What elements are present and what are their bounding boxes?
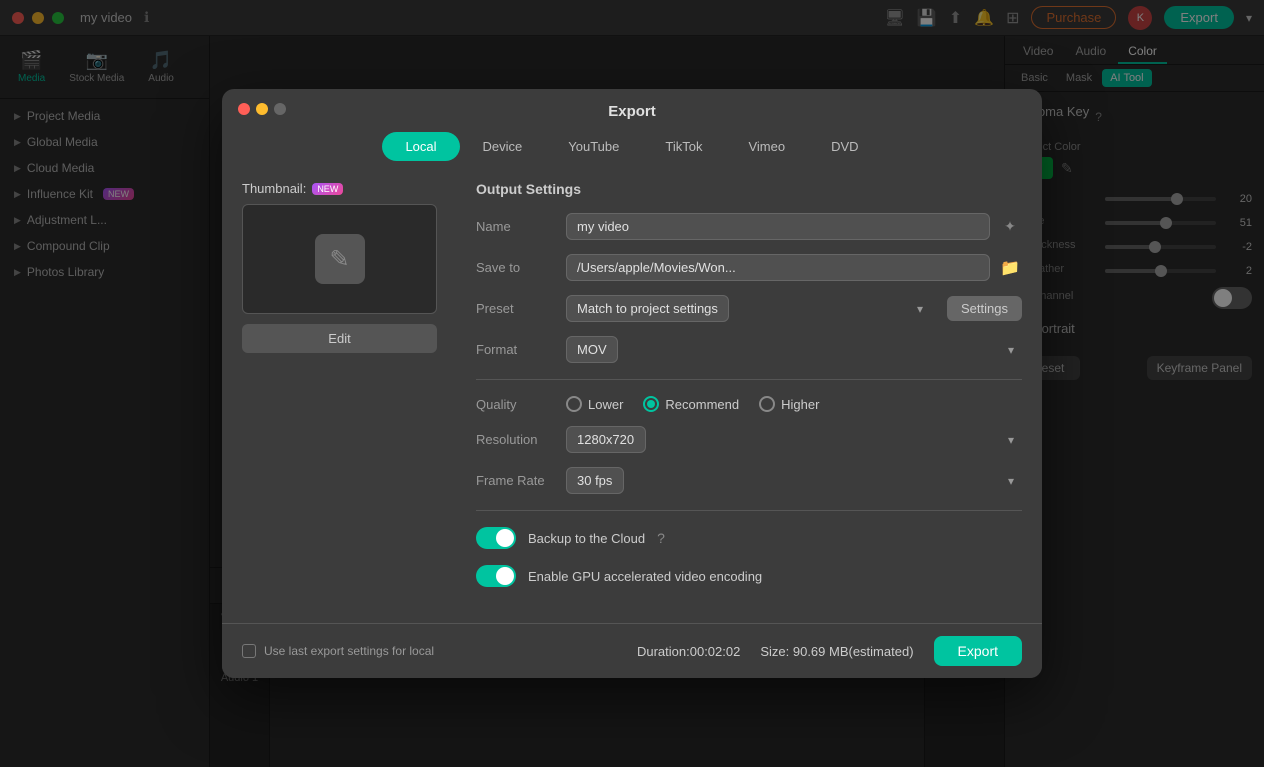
preset-row: Preset Match to project settings Setting… xyxy=(476,295,1022,322)
modal-body: Thumbnail: NEW ✎ Edit Output Settings Na… xyxy=(222,161,1042,623)
modal-tab-dvd[interactable]: DVD xyxy=(808,132,881,161)
quality-label: Quality xyxy=(476,397,566,412)
quality-row: Quality Lower Recommend xyxy=(476,396,1022,412)
save-to-label: Save to xyxy=(476,260,566,275)
settings-button[interactable]: Settings xyxy=(947,296,1022,321)
modal-title-bar: Export xyxy=(222,89,1042,120)
thumbnail-badge: NEW xyxy=(312,183,343,195)
modal-title: Export xyxy=(608,103,656,120)
duration-stat: Duration:00:02:02 xyxy=(637,644,740,659)
modal-tl-yellow[interactable] xyxy=(256,103,268,115)
quality-lower-label: Lower xyxy=(588,397,623,412)
frame-rate-row: Frame Rate 30 fps xyxy=(476,467,1022,494)
settings-divider xyxy=(476,379,1022,380)
footer-checkbox-row: Use last export settings for local xyxy=(242,644,434,658)
thumbnail-icon: ✎ xyxy=(315,234,365,284)
quality-radio-group: Lower Recommend Higher xyxy=(566,396,819,412)
toggles-divider xyxy=(476,510,1022,511)
name-label: Name xyxy=(476,219,566,234)
preset-select[interactable]: Match to project settings xyxy=(566,295,729,322)
frame-rate-select[interactable]: 30 fps xyxy=(566,467,624,494)
radio-higher[interactable] xyxy=(759,396,775,412)
preset-label: Preset xyxy=(476,301,566,316)
save-to-input-group: 📁 xyxy=(566,254,1022,281)
export-final-button[interactable]: Export xyxy=(934,636,1022,666)
save-to-input[interactable] xyxy=(566,254,990,281)
quality-higher[interactable]: Higher xyxy=(759,396,819,412)
thumbnail-text: Thumbnail: xyxy=(242,181,306,196)
backup-toggle[interactable] xyxy=(476,527,516,549)
save-to-row: Save to 📁 xyxy=(476,254,1022,281)
export-modal: Export Local Device YouTube TikTok Vimeo… xyxy=(222,89,1042,678)
thumbnail-label: Thumbnail: NEW xyxy=(242,181,452,196)
modal-tab-youtube[interactable]: YouTube xyxy=(545,132,642,161)
gpu-toggle[interactable] xyxy=(476,565,516,587)
name-input-group: ✦ xyxy=(566,213,1022,240)
resolution-row: Resolution 1280x720 xyxy=(476,426,1022,453)
modal-overlay: Export Local Device YouTube TikTok Vimeo… xyxy=(0,0,1264,767)
preset-select-wrapper: Match to project settings xyxy=(566,295,931,322)
backup-help-icon[interactable]: ? xyxy=(657,530,665,546)
preset-input-group: Match to project settings Settings xyxy=(566,295,1022,322)
backup-label: Backup to the Cloud xyxy=(528,531,645,546)
modal-tab-local[interactable]: Local xyxy=(382,132,459,161)
frame-rate-select-wrapper: 30 fps xyxy=(566,467,1022,494)
format-label: Format xyxy=(476,342,566,357)
modal-tabs: Local Device YouTube TikTok Vimeo DVD xyxy=(222,120,1042,161)
quality-lower[interactable]: Lower xyxy=(566,396,623,412)
modal-tl-red[interactable] xyxy=(238,103,250,115)
modal-tab-vimeo[interactable]: Vimeo xyxy=(725,132,808,161)
modal-traffic-lights xyxy=(238,103,286,115)
format-select-wrapper: MOV xyxy=(566,336,1022,363)
modal-footer: Use last export settings for local Durat… xyxy=(222,623,1042,678)
footer-info: Duration:00:02:02 Size: 90.69 MB(estimat… xyxy=(637,636,1022,666)
format-select[interactable]: MOV xyxy=(566,336,618,363)
modal-tab-tiktok[interactable]: TikTok xyxy=(642,132,725,161)
name-row: Name ✦ xyxy=(476,213,1022,240)
gpu-toggle-knob xyxy=(496,567,514,585)
size-stat: Size: 90.69 MB(estimated) xyxy=(760,644,913,659)
radio-lower[interactable] xyxy=(566,396,582,412)
output-title: Output Settings xyxy=(476,181,1022,197)
thumbnail-preview: ✎ xyxy=(242,204,437,314)
quality-higher-label: Higher xyxy=(781,397,819,412)
quality-recommend-label: Recommend xyxy=(665,397,739,412)
modal-tab-device[interactable]: Device xyxy=(460,132,546,161)
use-last-settings-label: Use last export settings for local xyxy=(264,644,434,658)
backup-toggle-knob xyxy=(496,529,514,547)
backup-row: Backup to the Cloud ? xyxy=(476,527,1022,549)
thumbnail-section: Thumbnail: NEW ✎ Edit xyxy=(242,181,452,603)
gpu-row: Enable GPU accelerated video encoding xyxy=(476,565,1022,587)
edit-thumbnail-button[interactable]: Edit xyxy=(242,324,437,353)
resolution-select[interactable]: 1280x720 xyxy=(566,426,646,453)
format-row: Format MOV xyxy=(476,336,1022,363)
name-input[interactable] xyxy=(566,213,990,240)
resolution-select-wrapper: 1280x720 xyxy=(566,426,1022,453)
ai-magic-icon[interactable]: ✦ xyxy=(998,215,1022,239)
modal-tl-green[interactable] xyxy=(274,103,286,115)
folder-icon[interactable]: 📁 xyxy=(998,256,1022,280)
resolution-label: Resolution xyxy=(476,432,566,447)
quality-recommend[interactable]: Recommend xyxy=(643,396,739,412)
gpu-label: Enable GPU accelerated video encoding xyxy=(528,569,762,584)
radio-recommend-dot xyxy=(647,400,655,408)
edit-pencil-icon: ✎ xyxy=(329,245,349,274)
use-last-settings-checkbox[interactable] xyxy=(242,644,256,658)
radio-recommend[interactable] xyxy=(643,396,659,412)
output-section: Output Settings Name ✦ Save to 📁 xyxy=(476,181,1022,603)
frame-rate-label: Frame Rate xyxy=(476,473,566,488)
